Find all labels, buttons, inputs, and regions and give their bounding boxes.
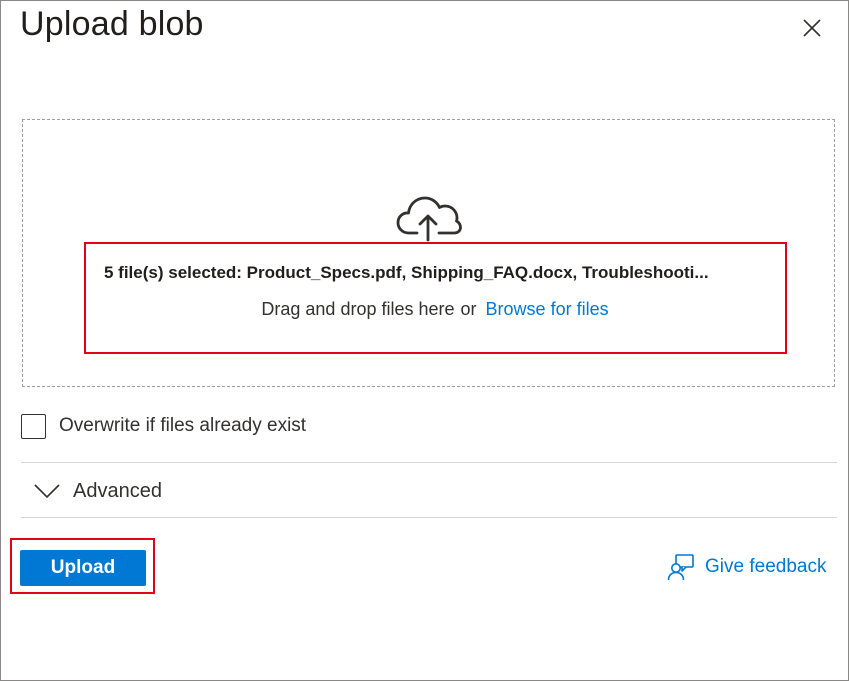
give-feedback-label: Give feedback	[705, 556, 827, 577]
selected-files-highlight	[84, 242, 787, 354]
upload-button[interactable]: Upload	[20, 550, 146, 586]
feedback-person-icon	[667, 554, 694, 581]
panel-title: Upload blob	[20, 5, 204, 43]
give-feedback-link[interactable]: Give feedback	[667, 553, 826, 581]
selected-files-text: 5 file(s) selected: Product_Specs.pdf, S…	[104, 263, 709, 282]
cloud-upload-icon	[396, 196, 462, 242]
or-text: or	[460, 299, 477, 319]
advanced-label: Advanced	[73, 479, 162, 502]
browse-files-link[interactable]: Browse for files	[486, 299, 609, 319]
divider	[21, 462, 837, 463]
divider	[21, 517, 837, 518]
upload-blob-panel: Upload blob 5 file(s) selected: Product_…	[0, 0, 849, 681]
overwrite-label: Overwrite if files already exist	[59, 415, 307, 436]
drag-drop-text: Drag and drop files here	[261, 299, 455, 319]
drag-drop-row: Drag and drop files here or Browse for fi…	[85, 299, 785, 320]
advanced-toggle[interactable]: Advanced	[33, 475, 162, 507]
close-button[interactable]	[799, 15, 825, 41]
close-icon	[803, 19, 821, 37]
chevron-down-icon	[34, 484, 60, 499]
overwrite-checkbox[interactable]	[21, 414, 46, 439]
